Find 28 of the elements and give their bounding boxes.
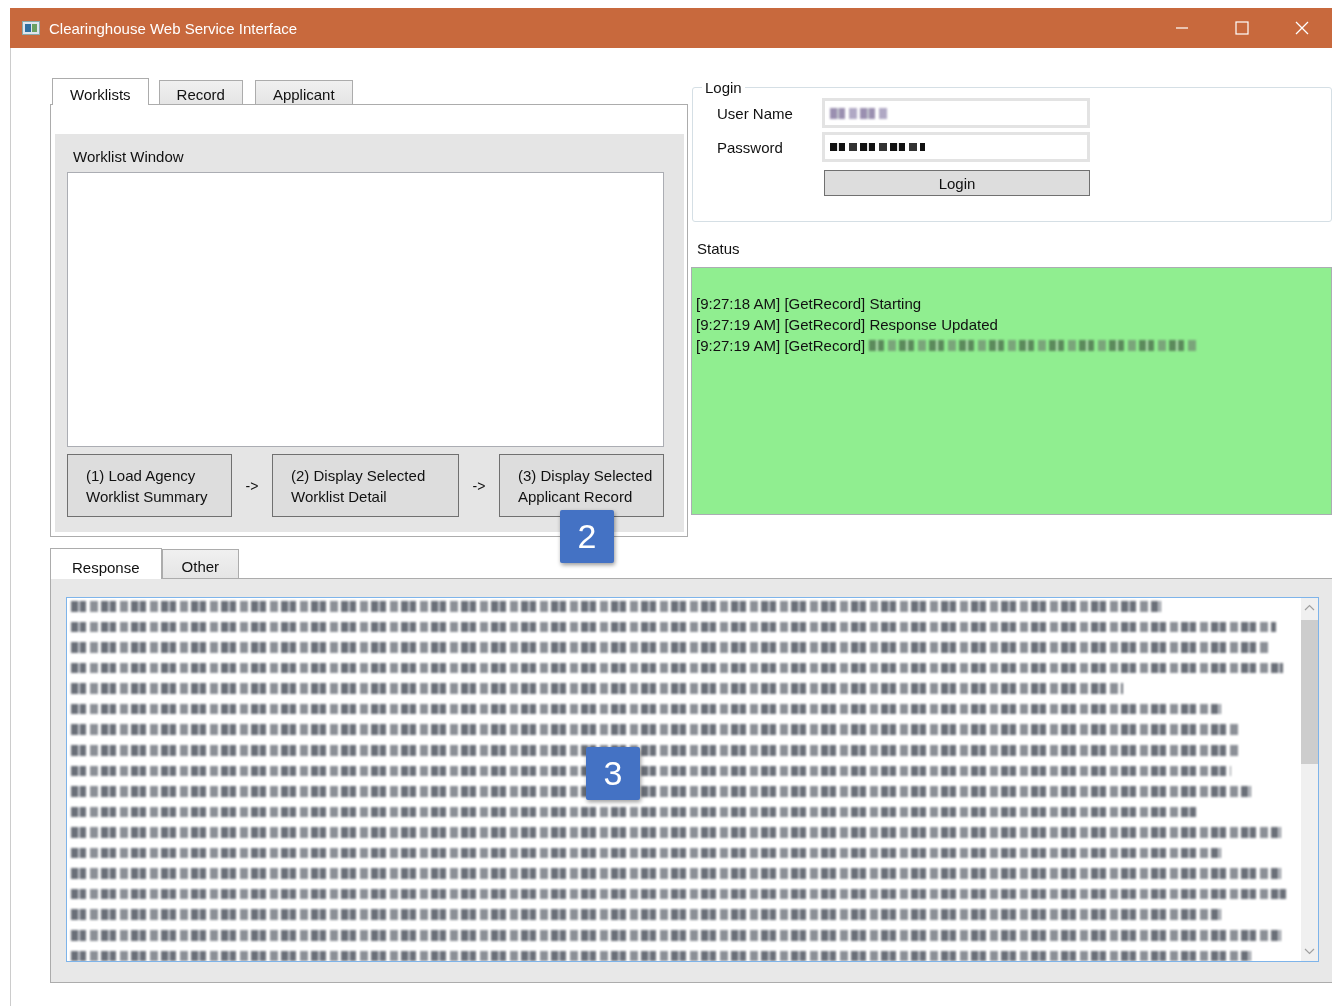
status-label: Status <box>697 240 741 257</box>
arrow-text: -> <box>244 477 260 494</box>
login-legend: Login <box>702 79 745 96</box>
app-icon <box>22 21 40 35</box>
log-line: [9:27:19 AM] [GetRecord] <box>696 336 866 356</box>
scrollbar-thumb[interactable] <box>1301 620 1318 764</box>
tab[interactable]: Record <box>158 80 243 104</box>
password-field[interactable] <box>822 132 1090 162</box>
step-button[interactable]: (2) Display Selected Worklist Detail <box>272 454 459 517</box>
login-button[interactable]: Login <box>824 170 1090 196</box>
field-label: User Name <box>717 104 794 122</box>
log-line: [9:27:18 AM] [GetRecord] Starting <box>696 294 922 314</box>
number-badge: 3 <box>586 747 640 800</box>
window-title: Clearinghouse Web Service Interface <box>49 19 298 37</box>
tab[interactable]: Worklists <box>52 78 149 105</box>
tab[interactable]: Response <box>50 548 162 579</box>
field-label: Password <box>717 138 784 156</box>
step-button[interactable]: (1) Load Agency Worklist Summary <box>67 454 232 517</box>
scrollbar[interactable] <box>1301 598 1318 961</box>
number-badge: 2 <box>560 510 614 563</box>
tab[interactable]: Other <box>161 549 240 578</box>
blurred-username-drawing <box>830 107 888 119</box>
step-button[interactable]: (3) Display Selected Applicant Record <box>499 454 664 517</box>
worklist-label: Worklist Window <box>73 148 185 165</box>
arrow-text: -> <box>471 477 487 494</box>
username-field[interactable] <box>822 98 1090 128</box>
tab[interactable]: Applicant <box>254 80 353 104</box>
log-line: [9:27:19 AM] [GetRecord] Response Updated <box>696 315 998 335</box>
